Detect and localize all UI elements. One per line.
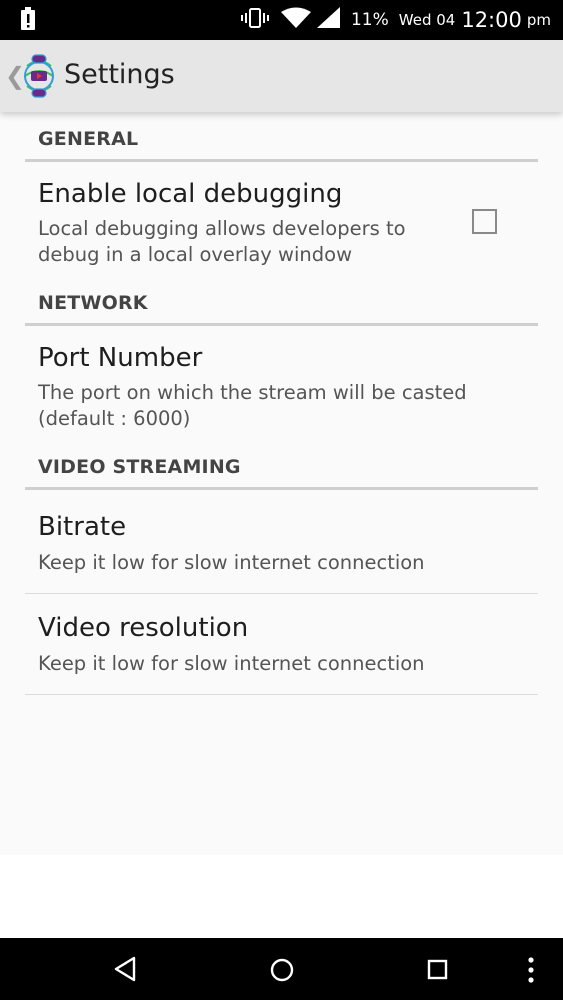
pref-title: Enable local debugging — [38, 179, 343, 209]
pref-summary-line2: debug in a local overlay window — [38, 243, 353, 266]
pref-port-number[interactable]: Port Number The port on which the stream… — [25, 327, 538, 447]
pref-title: Bitrate — [38, 512, 127, 542]
category-video-streaming: VIDEO STREAMING — [25, 440, 538, 490]
wifi-icon — [280, 7, 311, 33]
divider — [25, 694, 538, 695]
category-network: NETWORK — [25, 276, 538, 326]
status-ampm: pm — [526, 11, 551, 29]
back-icon[interactable] — [113, 956, 137, 986]
pref-enable-local-debugging[interactable]: Enable local debugging Local debugging a… — [25, 163, 538, 293]
vibrate-icon — [240, 7, 269, 33]
status-date: Wed 04 — [398, 11, 456, 29]
app-logo-icon[interactable] — [20, 53, 58, 103]
home-icon[interactable] — [269, 957, 295, 987]
category-header: GENERAL — [38, 128, 139, 150]
status-bar: 11% Wed 04 12:00 pm — [0, 0, 563, 40]
overflow-menu-icon[interactable] — [526, 956, 536, 988]
action-bar: ❮ Settings — [0, 40, 563, 112]
pref-title: Port Number — [38, 343, 203, 373]
category-header: VIDEO STREAMING — [38, 456, 241, 478]
category-general: GENERAL — [25, 112, 538, 162]
status-time: 12:00 — [461, 8, 522, 32]
pref-summary-line1: The port on which the stream will be cas… — [38, 381, 467, 404]
pref-summary: Keep it low for slow internet connection — [38, 551, 425, 574]
pref-summary: Keep it low for slow internet connection — [38, 652, 425, 675]
pref-video-resolution[interactable]: Video resolution Keep it low for slow in… — [25, 596, 538, 694]
settings-screen: 11% Wed 04 12:00 pm ❮ Settings GENERAL E… — [0, 0, 563, 1000]
status-right-group: 11% Wed 04 12:00 pm — [240, 0, 551, 40]
recents-icon[interactable] — [426, 958, 450, 986]
pref-summary-line1: Local debugging allows developers to — [38, 217, 406, 240]
pref-title: Video resolution — [38, 613, 249, 643]
navigation-bar — [0, 938, 563, 1000]
alert-icon — [20, 7, 36, 35]
category-header: NETWORK — [38, 292, 148, 314]
pref-bitrate[interactable]: Bitrate Keep it low for slow internet co… — [25, 495, 538, 593]
page-title: Settings — [64, 59, 175, 90]
enable-local-debugging-checkbox[interactable] — [472, 209, 497, 234]
pref-summary-line2: (default : 6000) — [38, 407, 191, 430]
signal-icon — [316, 7, 341, 33]
battery-percent: 11% — [350, 10, 389, 30]
divider — [25, 593, 538, 594]
blank-area — [0, 855, 563, 938]
